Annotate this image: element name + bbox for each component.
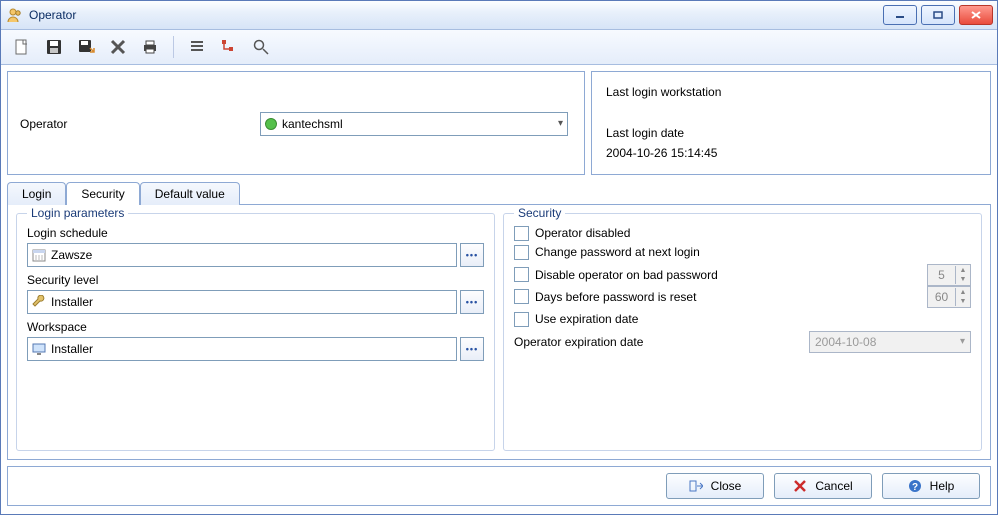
security-level-value: Installer — [51, 295, 93, 309]
svg-text:?: ? — [912, 482, 918, 493]
last-date-label: Last login date — [606, 123, 976, 143]
security-level-label: Security level — [27, 273, 484, 287]
new-icon[interactable] — [11, 36, 33, 58]
workspace-picker[interactable]: Installer — [27, 337, 457, 361]
expiration-date-picker[interactable]: 2004-10-08 ▾ — [809, 331, 971, 353]
login-schedule-more-button[interactable]: ••• — [460, 243, 484, 267]
close-window-button[interactable] — [959, 5, 993, 25]
operator-window: Operator Operator kantechsml ▾ — [0, 0, 998, 515]
tab-body: Login parameters Login schedule Zawsze •… — [7, 204, 991, 460]
disable-on-bad-label: Disable operator on bad password — [535, 268, 718, 282]
bad-password-count-value: 5 — [928, 268, 955, 282]
cancel-button-label: Cancel — [815, 479, 852, 493]
help-icon: ? — [908, 479, 922, 493]
last-date-value: 2004-10-26 15:14:45 — [606, 143, 976, 163]
security-level-picker[interactable]: Installer — [27, 290, 457, 314]
days-before-reset-checkbox[interactable] — [514, 289, 529, 304]
tab-default-value[interactable]: Default value — [140, 182, 240, 205]
spinner-down-icon[interactable]: ▼ — [956, 297, 970, 306]
login-schedule-picker[interactable]: Zawsze — [27, 243, 457, 267]
workspace-label: Workspace — [27, 320, 484, 334]
change-password-checkbox[interactable] — [514, 245, 529, 260]
tab-security[interactable]: Security — [66, 182, 139, 205]
toolbar-separator — [173, 36, 174, 58]
days-before-reset-label: Days before password is reset — [535, 290, 696, 304]
login-schedule-label: Login schedule — [27, 226, 484, 240]
security-level-more-button[interactable]: ••• — [460, 290, 484, 314]
login-parameters-group: Login parameters Login schedule Zawsze •… — [16, 213, 495, 451]
chevron-down-icon: ▾ — [558, 118, 563, 129]
help-button-label: Help — [930, 479, 955, 493]
expiration-date-value: 2004-10-08 — [815, 335, 876, 349]
minimize-button[interactable] — [883, 5, 917, 25]
expiration-date-label: Operator expiration date — [514, 335, 809, 349]
tree-icon[interactable] — [218, 36, 240, 58]
list-icon[interactable] — [186, 36, 208, 58]
button-bar: Close Cancel ? Help — [7, 466, 991, 506]
close-button-label: Close — [711, 479, 742, 493]
days-before-reset-spinner[interactable]: 60 ▲▼ — [927, 286, 971, 308]
window-buttons — [883, 5, 993, 25]
operator-disabled-label: Operator disabled — [535, 226, 630, 240]
save-icon[interactable] — [43, 36, 65, 58]
save-as-icon[interactable] — [75, 36, 97, 58]
spinner-down-icon[interactable]: ▼ — [956, 275, 970, 284]
maximize-button[interactable] — [921, 5, 955, 25]
operator-disabled-checkbox[interactable] — [514, 226, 529, 241]
cancel-button[interactable]: Cancel — [774, 473, 872, 499]
workspace-more-button[interactable]: ••• — [460, 337, 484, 361]
calendar-icon — [32, 248, 46, 262]
spinner-up-icon[interactable]: ▲ — [956, 266, 970, 275]
workspace-value: Installer — [51, 342, 93, 356]
app-icon — [7, 7, 23, 23]
login-schedule-value: Zawsze — [51, 248, 92, 262]
status-bar — [1, 506, 997, 514]
exit-icon — [689, 479, 703, 493]
operator-value: kantechsml — [282, 117, 343, 131]
days-before-reset-value: 60 — [928, 290, 955, 304]
search-icon[interactable] — [250, 36, 272, 58]
security-group: Security Operator disabled Change passwo… — [503, 213, 982, 451]
tab-login[interactable]: Login — [7, 182, 66, 205]
close-button[interactable]: Close — [666, 473, 764, 499]
operator-panel: Operator kantechsml ▾ — [7, 71, 585, 175]
login-parameters-legend: Login parameters — [27, 206, 128, 220]
bad-password-count-spinner[interactable]: 5 ▲▼ — [927, 264, 971, 286]
operator-combo[interactable]: kantechsml ▾ — [260, 112, 568, 136]
toolbar — [1, 30, 997, 65]
operator-label: Operator — [20, 117, 250, 131]
window-title: Operator — [29, 8, 883, 22]
content-area: Operator kantechsml ▾ Last login worksta… — [1, 65, 997, 506]
print-icon[interactable] — [139, 36, 161, 58]
tab-strip: Login Security Default value — [7, 181, 991, 204]
help-button[interactable]: ? Help — [882, 473, 980, 499]
cancel-icon — [793, 479, 807, 493]
status-dot-icon — [265, 118, 277, 130]
monitor-icon — [32, 342, 46, 356]
last-login-panel: Last login workstation Last login date 2… — [591, 71, 991, 175]
spinner-up-icon[interactable]: ▲ — [956, 288, 970, 297]
change-password-label: Change password at next login — [535, 245, 700, 259]
delete-icon[interactable] — [107, 36, 129, 58]
chevron-down-icon: ▾ — [960, 336, 965, 347]
last-workstation-label: Last login workstation — [606, 82, 976, 102]
disable-on-bad-checkbox[interactable] — [514, 267, 529, 282]
header-row: Operator kantechsml ▾ Last login worksta… — [7, 71, 991, 175]
titlebar: Operator — [1, 1, 997, 30]
security-legend: Security — [514, 206, 565, 220]
use-expiration-checkbox[interactable] — [514, 312, 529, 327]
wrench-icon — [32, 295, 46, 309]
use-expiration-label: Use expiration date — [535, 312, 638, 326]
